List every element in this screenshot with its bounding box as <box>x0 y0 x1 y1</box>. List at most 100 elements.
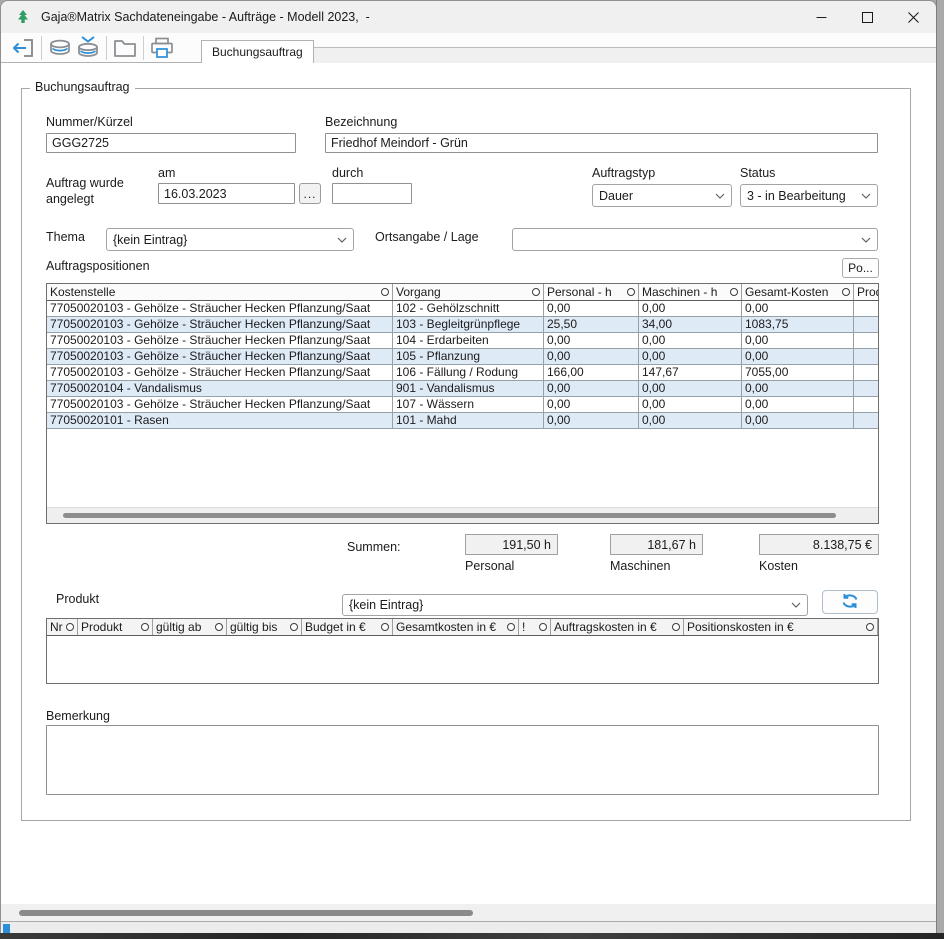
refresh-button[interactable] <box>822 590 878 614</box>
table-row[interactable]: 77050020104 - Vandalismus901 - Vandalism… <box>47 381 879 397</box>
table-cell[interactable]: 77050020103 - Gehölze - Sträucher Hecken… <box>47 301 393 317</box>
table-cell[interactable]: 0,00 <box>639 413 742 429</box>
table-cell[interactable]: 0,00 <box>639 397 742 413</box>
tab-buchungsauftrag[interactable]: Buchungsauftrag <box>201 40 314 63</box>
table-cell[interactable]: 101 - Mahd <box>393 413 544 429</box>
table-cell[interactable]: 0,00 <box>544 333 639 349</box>
column-header[interactable]: Maschinen - h <box>639 284 742 301</box>
sort-indicator-icon[interactable] <box>842 288 850 296</box>
table-cell[interactable] <box>854 333 880 349</box>
sort-indicator-icon[interactable] <box>381 288 389 296</box>
table-cell[interactable]: 103 - Begleitgrünpflege <box>393 317 544 333</box>
sort-indicator-icon[interactable] <box>381 623 389 631</box>
am-date-input[interactable] <box>158 183 295 204</box>
table-cell[interactable] <box>854 397 880 413</box>
table-cell[interactable]: 7055,00 <box>742 365 854 381</box>
sort-indicator-icon[interactable] <box>507 623 515 631</box>
table-cell[interactable]: 25,50 <box>544 317 639 333</box>
positions-horizontal-scrollbar[interactable] <box>47 507 878 523</box>
table-cell[interactable]: 77050020101 - Rasen <box>47 413 393 429</box>
table-cell[interactable] <box>854 317 880 333</box>
table-row[interactable]: 77050020103 - Gehölze - Sträucher Hecken… <box>47 333 879 349</box>
ortsangabe-select[interactable] <box>512 228 878 251</box>
table-cell[interactable]: 0,00 <box>639 381 742 397</box>
sort-indicator-icon[interactable] <box>730 288 738 296</box>
table-cell[interactable]: 0,00 <box>639 301 742 317</box>
column-header[interactable]: Produkt <box>854 284 880 301</box>
table-cell[interactable]: 77050020103 - Gehölze - Sträucher Hecken… <box>47 397 393 413</box>
table-cell[interactable]: 1083,75 <box>742 317 854 333</box>
table-cell[interactable]: 0,00 <box>544 349 639 365</box>
table-cell[interactable]: 0,00 <box>544 413 639 429</box>
sort-indicator-icon[interactable] <box>141 623 149 631</box>
nummer-input[interactable] <box>46 133 296 153</box>
column-header[interactable]: Budget in € <box>302 619 393 636</box>
table-cell[interactable]: 107 - Wässern <box>393 397 544 413</box>
column-header[interactable]: gültig ab <box>153 619 227 636</box>
maximize-button[interactable] <box>844 1 890 33</box>
table-row[interactable]: 77050020101 - Rasen101 - Mahd0,000,000,0… <box>47 413 879 429</box>
table-cell[interactable] <box>854 413 880 429</box>
table-cell[interactable]: 77050020103 - Gehölze - Sträucher Hecken… <box>47 349 393 365</box>
table-cell[interactable]: 77050020103 - Gehölze - Sträucher Hecken… <box>47 333 393 349</box>
table-cell[interactable] <box>854 301 880 317</box>
minimize-button[interactable] <box>798 1 844 33</box>
sort-indicator-icon[interactable] <box>66 623 74 631</box>
table-cell[interactable]: 0,00 <box>742 333 854 349</box>
scrollbar-thumb[interactable] <box>63 513 836 518</box>
exit-icon[interactable] <box>9 35 37 61</box>
folder-open-icon[interactable] <box>111 35 139 61</box>
table-cell[interactable] <box>854 365 880 381</box>
sort-indicator-icon[interactable] <box>290 623 298 631</box>
produkt-select[interactable]: {kein Eintrag} <box>342 594 808 616</box>
status-select[interactable]: 3 - in Bearbeitung <box>740 184 878 207</box>
table-row[interactable]: 77050020103 - Gehölze - Sträucher Hecken… <box>47 365 879 381</box>
column-header[interactable]: Vorgang <box>393 284 544 301</box>
table-cell[interactable]: 0,00 <box>742 301 854 317</box>
table-cell[interactable]: 0,00 <box>544 397 639 413</box>
table-cell[interactable]: 0,00 <box>639 333 742 349</box>
column-header[interactable]: Auftragskosten in € <box>551 619 684 636</box>
column-header[interactable]: Personal - h <box>544 284 639 301</box>
table-row[interactable]: 77050020103 - Gehölze - Sträucher Hecken… <box>47 397 879 413</box>
close-button[interactable] <box>890 1 936 33</box>
table-cell[interactable]: 0,00 <box>544 301 639 317</box>
column-header[interactable]: gültig bis <box>227 619 302 636</box>
sort-indicator-icon[interactable] <box>672 623 680 631</box>
column-header[interactable]: Gesamt-Kosten <box>742 284 854 301</box>
column-header[interactable]: Produkt <box>78 619 153 636</box>
database-commit-icon[interactable] <box>74 35 102 61</box>
table-cell[interactable]: 0,00 <box>742 397 854 413</box>
table-cell[interactable]: 0,00 <box>742 381 854 397</box>
table-cell[interactable]: 166,00 <box>544 365 639 381</box>
table-cell[interactable]: 102 - Gehölzschnitt <box>393 301 544 317</box>
database-save-icon[interactable] <box>46 35 74 61</box>
sort-indicator-icon[interactable] <box>627 288 635 296</box>
column-header[interactable]: Kostenstelle <box>47 284 393 301</box>
sort-indicator-icon[interactable] <box>215 623 223 631</box>
sort-indicator-icon[interactable] <box>532 288 540 296</box>
sort-indicator-icon[interactable] <box>866 623 874 631</box>
table-cell[interactable]: 147,67 <box>639 365 742 381</box>
table-row[interactable]: 77050020103 - Gehölze - Sträucher Hecken… <box>47 301 879 317</box>
bemerkung-textarea[interactable] <box>46 725 879 795</box>
sort-indicator-icon[interactable] <box>539 623 547 631</box>
table-cell[interactable]: 77050020104 - Vandalismus <box>47 381 393 397</box>
column-header[interactable]: ! <box>519 619 551 636</box>
table-cell[interactable]: 106 - Fällung / Rodung <box>393 365 544 381</box>
table-cell[interactable]: 77050020103 - Gehölze - Sträucher Hecken… <box>47 365 393 381</box>
table-cell[interactable] <box>854 349 880 365</box>
table-cell[interactable]: 34,00 <box>639 317 742 333</box>
bezeichnung-input[interactable] <box>325 133 878 153</box>
table-cell[interactable]: 0,00 <box>742 349 854 365</box>
auftragstyp-select[interactable]: Dauer <box>592 184 732 207</box>
po-button[interactable]: Po... <box>842 258 879 278</box>
column-header[interactable]: Gesamtkosten in € <box>393 619 519 636</box>
table-cell[interactable]: 0,00 <box>544 381 639 397</box>
table-cell[interactable]: 77050020103 - Gehölze - Sträucher Hecken… <box>47 317 393 333</box>
window-horizontal-scrollbar[interactable] <box>1 904 936 921</box>
thema-select[interactable]: {kein Eintrag} <box>106 228 354 251</box>
table-cell[interactable]: 105 - Pflanzung <box>393 349 544 365</box>
table-cell[interactable]: 901 - Vandalismus <box>393 381 544 397</box>
table-cell[interactable] <box>854 381 880 397</box>
